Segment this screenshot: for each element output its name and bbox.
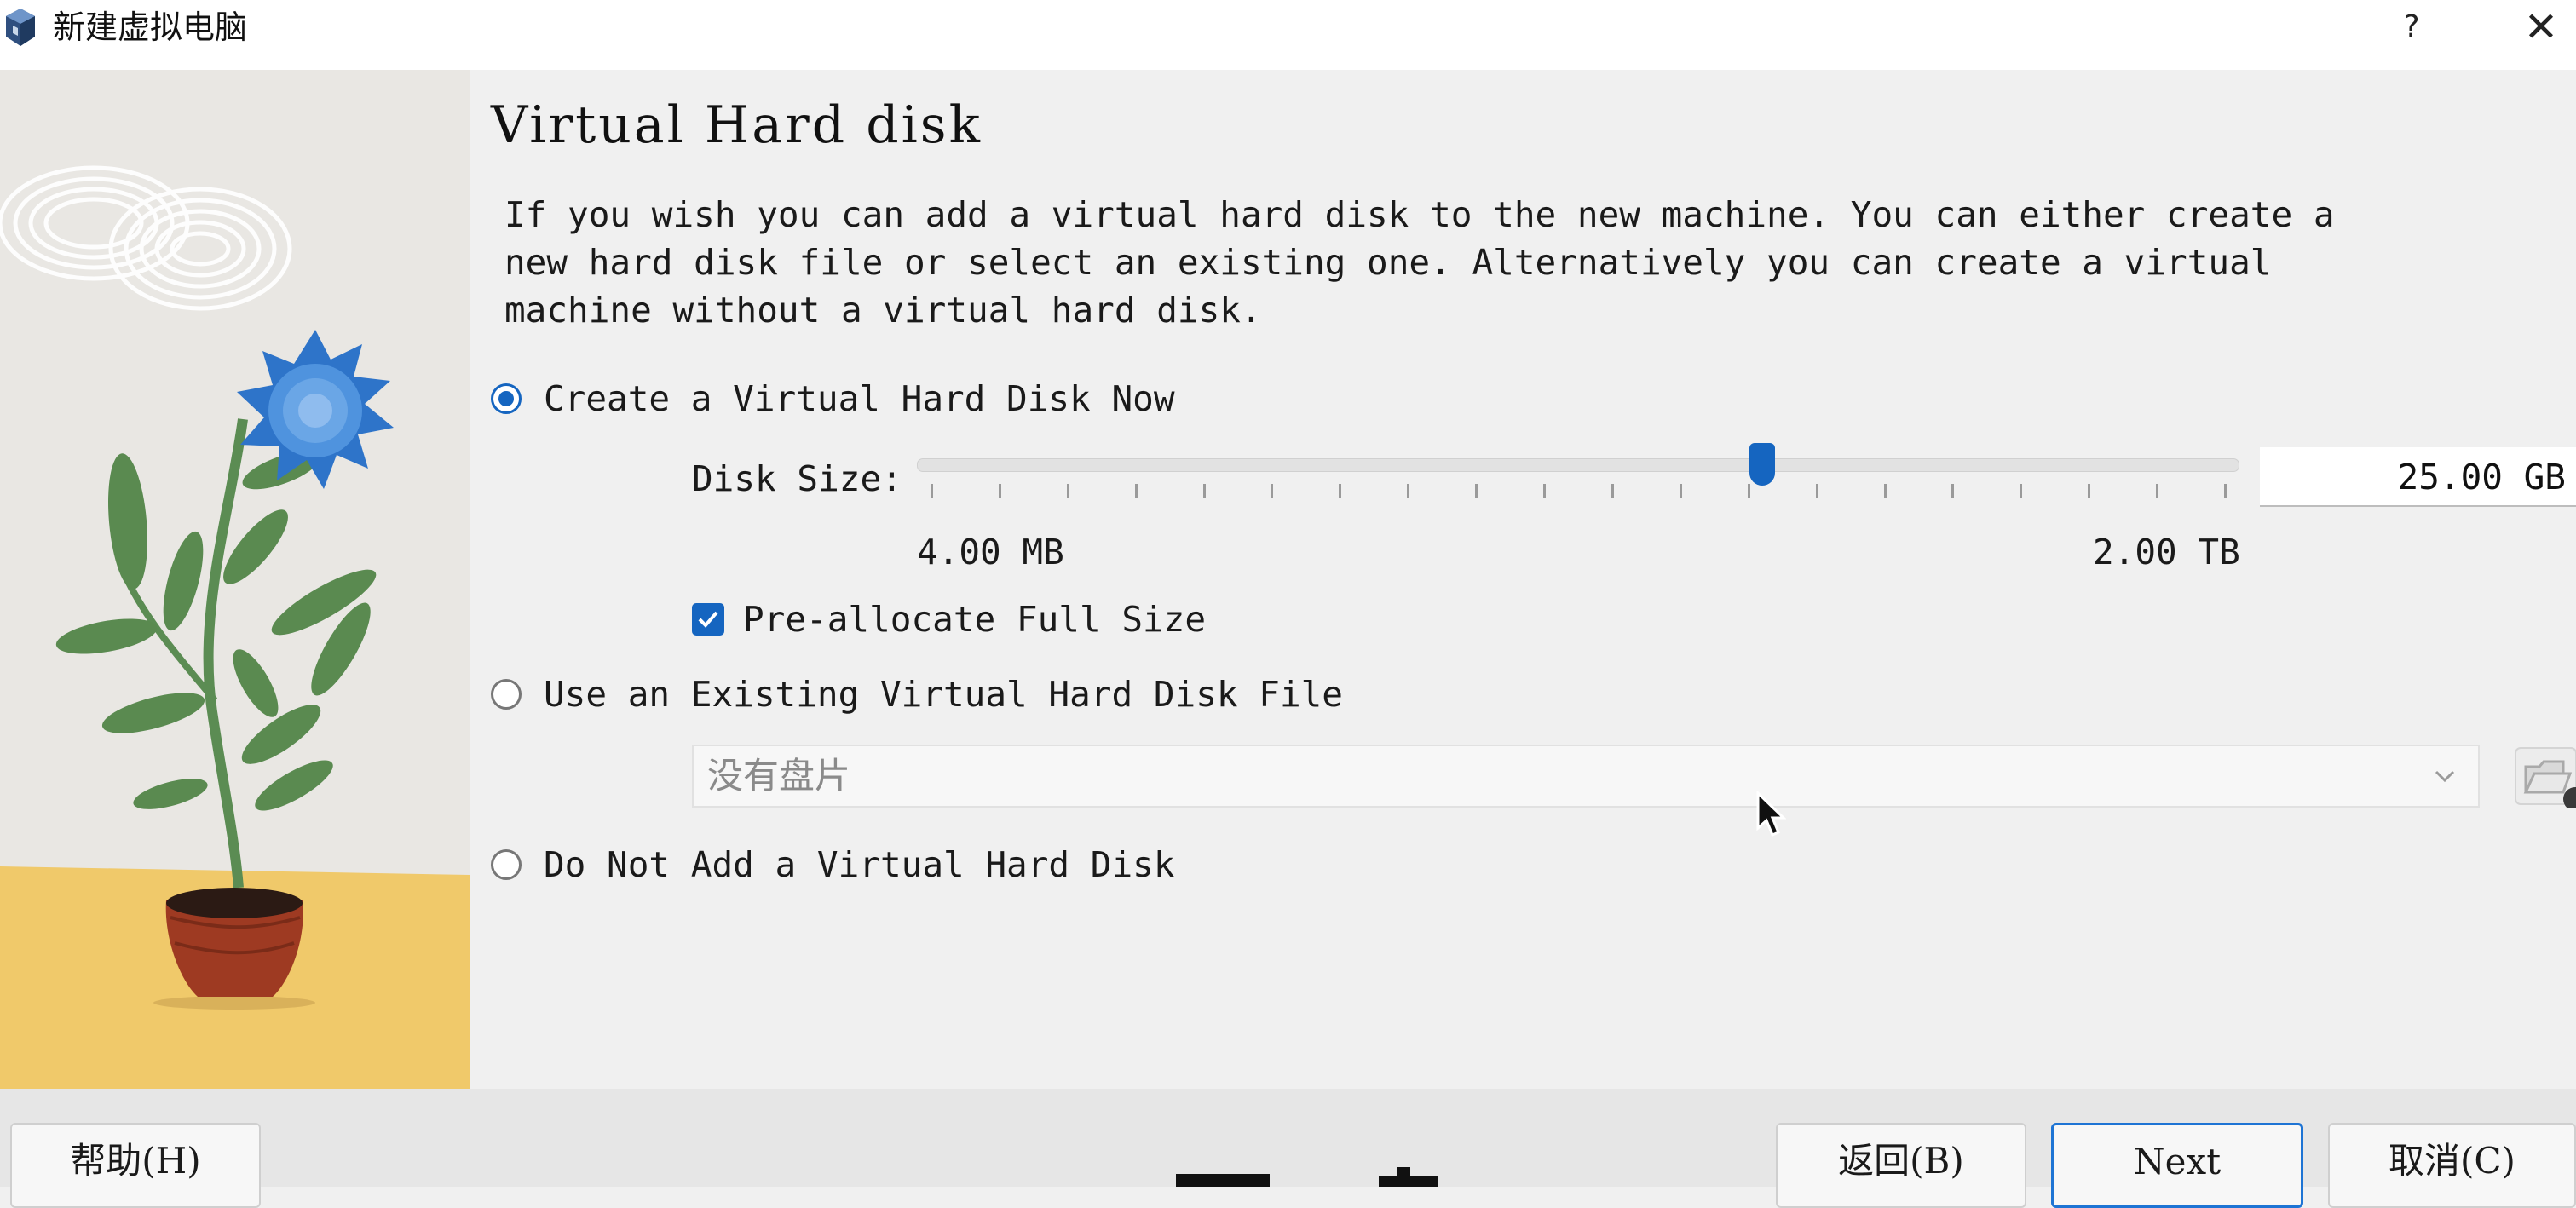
slider-tick [1747, 484, 1750, 498]
back-button[interactable]: 返回(B) [1776, 1123, 2026, 1208]
radio-use-existing[interactable] [491, 679, 522, 710]
slider-tick [1883, 484, 1887, 498]
virtualbox-app-icon [6, 9, 35, 46]
folder-icon [2515, 747, 2576, 808]
slider-tick [1066, 484, 1069, 498]
option-do-not-add[interactable]: Do Not Add a Virtual Hard Disk [491, 843, 1175, 886]
slider-tick [2020, 484, 2023, 498]
slider-tick [1339, 484, 1342, 498]
help-icon[interactable]: ? [2386, 2, 2437, 53]
preallocate-checkbox[interactable] [692, 603, 724, 636]
checkmark-icon [698, 611, 718, 628]
slider-tick [2224, 484, 2227, 498]
slider-tick [1611, 484, 1614, 498]
radio-create-now[interactable] [491, 383, 522, 414]
option-do-not-add-label: Do Not Add a Virtual Hard Disk [544, 844, 1175, 885]
window-title: 新建虚拟电脑 [53, 9, 248, 46]
slider-tick [1679, 484, 1682, 498]
slider-tick [931, 484, 933, 498]
slider-tick [998, 484, 1001, 498]
slider-tick [1134, 484, 1138, 498]
partially-hidden-content [1176, 1167, 1438, 1187]
disk-size-slider[interactable] [917, 458, 2239, 472]
disk-size-min: 4.00 MB [917, 532, 1064, 572]
radio-do-not-add[interactable] [491, 849, 522, 880]
existing-disk-select-value: 没有盘片 [707, 755, 851, 797]
cancel-button[interactable]: 取消(C) [2328, 1123, 2576, 1208]
disk-size-slider-handle[interactable] [1749, 443, 1775, 486]
option-use-existing-label: Use an Existing Virtual Hard Disk File [544, 674, 1343, 715]
wizard-illustration [0, 70, 470, 1089]
disk-size-max: 2.00 TB [2093, 532, 2240, 572]
slider-tick [1475, 484, 1478, 498]
disk-size-label: Disk Size: [692, 458, 902, 499]
slider-tick [2088, 484, 2091, 498]
slider-tick [1951, 484, 1955, 498]
existing-disk-select: 没有盘片 [692, 745, 2480, 808]
page-description: If you wish you can add a virtual hard d… [504, 194, 2335, 331]
slider-tick [1202, 484, 1206, 498]
disk-size-input[interactable]: 25.00 GB [2260, 447, 2576, 507]
preallocate-label: Pre-allocate Full Size [743, 599, 1207, 640]
slider-tick [1407, 484, 1410, 498]
help-button[interactable]: 帮助(H) [10, 1123, 261, 1208]
page-title: Virtual Hard disk [491, 95, 983, 155]
mouse-pointer-icon [1756, 791, 1786, 837]
slider-tick [1543, 484, 1547, 498]
option-create-now-label: Create a Virtual Hard Disk Now [544, 378, 1175, 419]
title-bar: 新建虚拟电脑 ? ✕ [0, 0, 2576, 70]
slider-tick [1815, 484, 1818, 498]
preallocate-option[interactable]: Pre-allocate Full Size [692, 598, 1206, 641]
option-create-now[interactable]: Create a Virtual Hard Disk Now [491, 377, 1175, 420]
flower-pot-illustration [0, 165, 470, 1089]
slider-tick [1271, 484, 1274, 498]
next-button[interactable]: Next [2051, 1123, 2303, 1208]
close-icon[interactable]: ✕ [2514, 2, 2568, 53]
chevron-down-icon [2435, 770, 2455, 783]
slider-tick [2156, 484, 2159, 498]
option-use-existing[interactable]: Use an Existing Virtual Hard Disk File [491, 673, 1343, 716]
